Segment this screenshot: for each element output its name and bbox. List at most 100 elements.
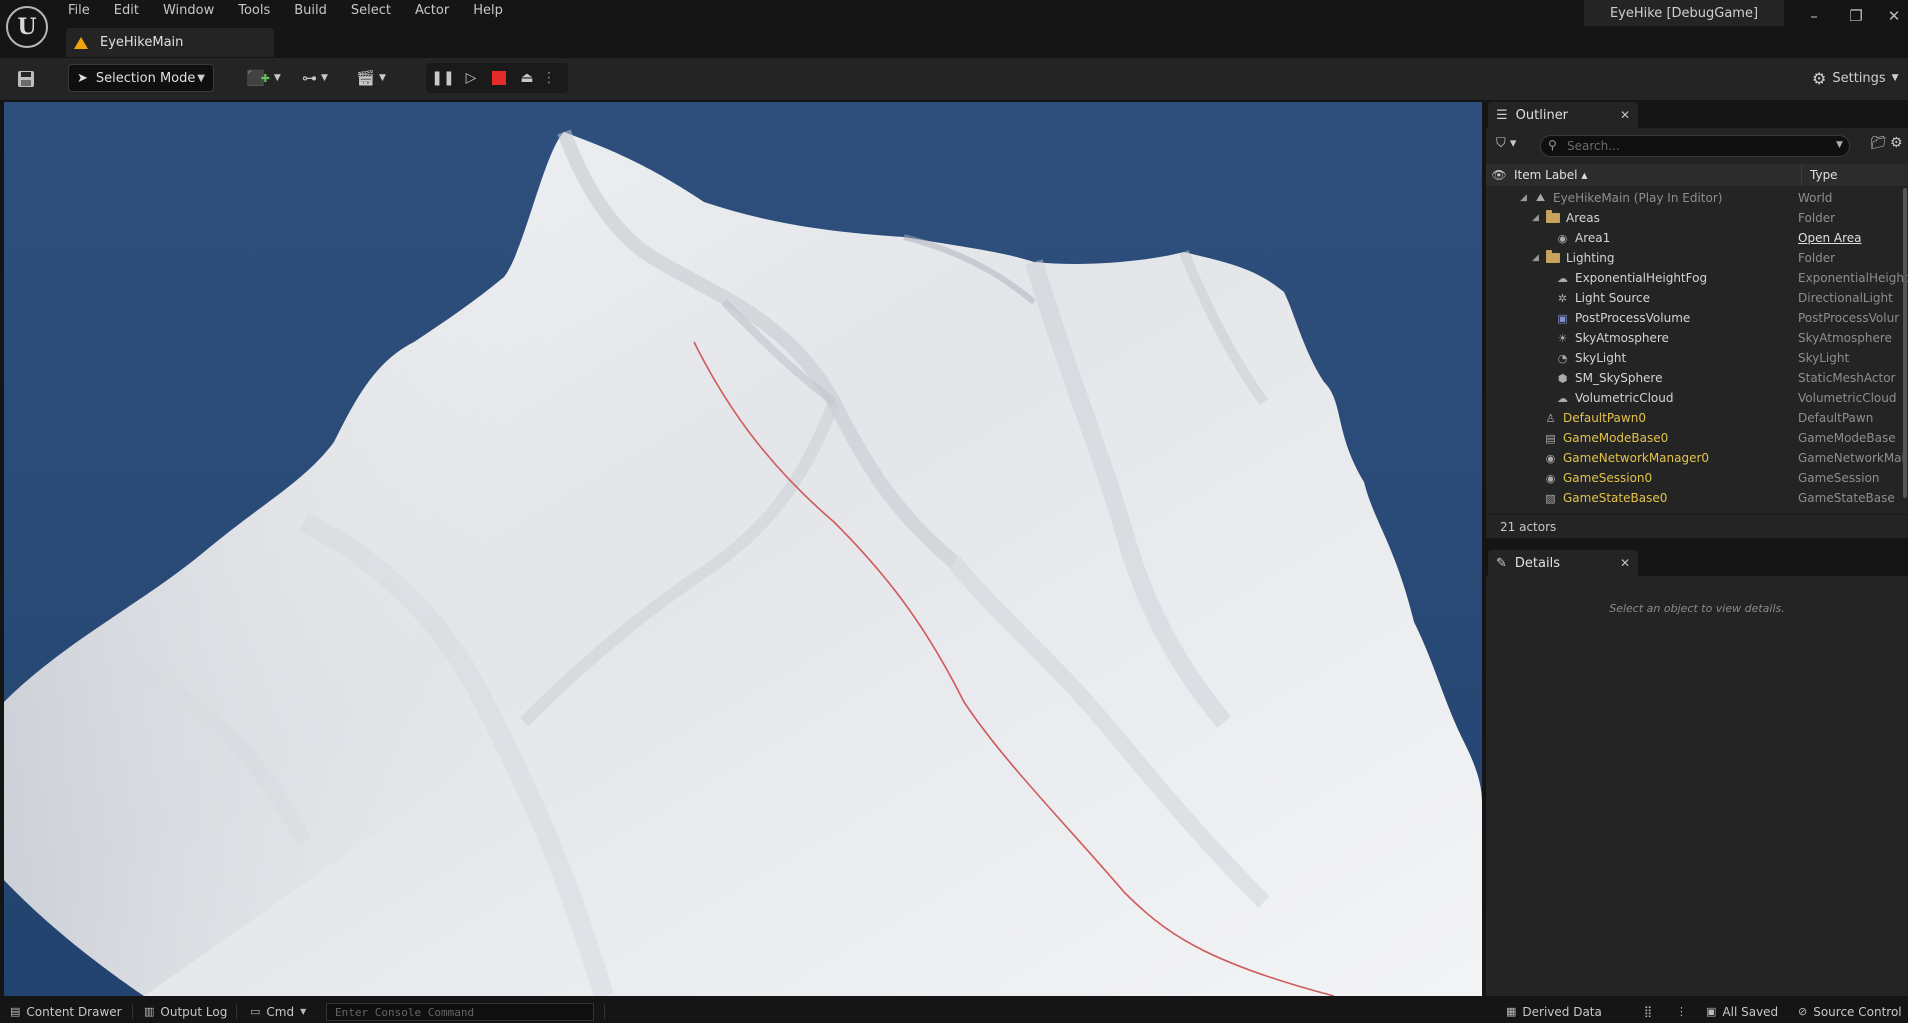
directional-light-icon: ✲ [1557,291,1568,305]
row-type: DefaultPawn [1798,411,1874,425]
folder-icon [1546,210,1560,223]
cinematics-dropdown[interactable]: 🎬︎ ▼ [356,64,386,92]
derived-data-button[interactable]: ▦ Derived Data [1506,1000,1602,1023]
row-label: Areas [1566,211,1600,225]
chevron-down-icon[interactable]: ▼ [1836,140,1843,150]
chevron-down-icon: ▼ [273,73,281,83]
menu-select[interactable]: Select [339,0,403,24]
restore-icon[interactable]: ❐ [1842,4,1870,28]
content-drawer-button[interactable]: ▤ Content Drawer [10,1000,122,1023]
cursor-arrow-icon: ➤ [77,70,88,86]
row-type: SkyAtmosphere [1798,331,1892,345]
derived-data-icon: ▦ [1506,1005,1517,1018]
row-label: EyeHikeMain (Play In Editor) [1553,191,1723,205]
level-tab[interactable]: EyeHikeMain [66,28,274,57]
world-icon: ⛰ [1535,191,1546,204]
tree-row[interactable]: ▧ GameStateBase0 GameStateBase [1486,488,1908,508]
pause-button[interactable]: ❚❚ [431,67,454,89]
level-viewport[interactable] [4,102,1482,996]
menu-file[interactable]: File [56,0,102,24]
expand-arrow-icon[interactable]: ◢ [1520,193,1528,203]
outliner-tree: ◢ ⛰ EyeHikeMain (Play In Editor) World ◢ Ar… [1486,188,1908,512]
expand-arrow-icon[interactable]: ◢ [1532,253,1540,263]
save-icon[interactable] [12,64,40,94]
settings-dropdown[interactable]: ⚙ Settings ▼ [1812,64,1899,92]
actor-count: 21 actors [1486,514,1908,538]
tree-row[interactable]: ☁ VolumetricCloud VolumetricCloud [1486,388,1908,408]
chevron-down-icon: ▼ [321,73,328,83]
row-label: GameStateBase0 [1563,491,1668,505]
save-icon: ▣ [1706,1005,1717,1018]
outliner-column-header: 👁︎ Item Label ▴ Type [1486,164,1908,186]
trace-icon[interactable]: ⣿ [1644,1000,1652,1023]
menu-actor[interactable]: Actor [403,0,461,24]
visibility-eye-icon[interactable]: 👁︎ [1486,164,1512,186]
row-label: GameSession0 [1563,471,1653,485]
minimize-icon[interactable]: – [1800,4,1828,28]
step-frame-button[interactable]: ▷ [460,67,482,89]
blueprints-dropdown[interactable]: ⊶ ▼ [302,64,328,92]
tree-row[interactable]: ◢ Areas Folder [1486,208,1908,228]
add-folder-icon[interactable]: 📁︎ [1870,136,1887,151]
row-label: DefaultPawn0 [1563,411,1646,425]
tree-row[interactable]: ◔ SkyLight SkyLight [1486,348,1908,368]
tab-details[interactable]: ✎ Details ✕ [1488,550,1638,576]
close-icon[interactable]: ✕ [1880,4,1908,28]
row-label: Lighting [1566,251,1615,265]
outliner-search-input[interactable] [1540,135,1850,157]
tree-row[interactable]: ◉ GameSession0 GameSession [1486,468,1908,488]
output-log-button[interactable]: ▥ Output Log [144,1000,227,1023]
tree-row[interactable]: ✲ Light Source DirectionalLight [1486,288,1908,308]
tree-row[interactable]: ◉ Area1 Open Area [1486,228,1908,248]
row-type: PostProcessVolur [1798,311,1900,325]
column-item-label[interactable]: Item Label ▴ [1512,164,1802,186]
gear-icon[interactable]: ⚙ [1890,135,1903,151]
console-command-input[interactable] [326,1003,594,1021]
menu-help[interactable]: Help [461,0,515,24]
details-empty-message: Select an object to view details. [1609,602,1785,615]
tab-outliner[interactable]: ☰ Outliner ✕ [1488,102,1638,128]
row-type: GameSession [1798,471,1880,485]
close-icon[interactable]: ✕ [1620,556,1630,570]
level-tab-label: EyeHikeMain [100,35,184,50]
tree-row[interactable]: ▤ GameModeBase0 GameModeBase [1486,428,1908,448]
pencil-icon: ✎ [1496,555,1507,571]
tree-row[interactable]: ▣ PostProcessVolume PostProcessVolur [1486,308,1908,328]
menu-window[interactable]: Window [151,0,226,24]
chevron-down-icon: ▼ [197,72,205,84]
more-options-icon[interactable]: ⋮ [1676,1000,1687,1023]
right-panel: ☰ Outliner ✕ ⛉ ▾ ⚲ ▼ 📁︎ ⚙ 👁︎ Item Label … [1486,100,1908,996]
close-icon[interactable]: ✕ [1620,108,1630,122]
outliner-toolbar: ⛉ ▾ ⚲ ▼ 📁︎ ⚙ [1486,132,1908,160]
tree-row[interactable]: ◉ GameNetworkManager0 GameNetworkMai [1486,448,1908,468]
menu-build[interactable]: Build [282,0,339,24]
tree-row[interactable]: ☁ ExponentialHeightFog ExponentialHeight [1486,268,1908,288]
add-actor-dropdown[interactable]: ⬛ ✚ ▼ [246,64,281,92]
tree-row[interactable]: ☀ SkyAtmosphere SkyAtmosphere [1486,328,1908,348]
tree-row[interactable]: ◢ ⛰ EyeHikeMain (Play In Editor) World [1486,188,1908,208]
gear-icon: ⚙ [1812,68,1827,88]
filter-icon[interactable]: ⛉ ▾ [1496,136,1516,151]
row-type: World [1798,191,1833,205]
chevron-down-icon: ▼ [300,1007,307,1016]
tree-row[interactable]: ⬢ SM_SkySphere StaticMeshActor [1486,368,1908,388]
eject-button[interactable]: ⏏ [516,67,538,89]
menu-edit[interactable]: Edit [102,0,151,24]
open-area-link[interactable]: Open Area [1798,231,1908,245]
expand-arrow-icon[interactable]: ◢ [1532,213,1540,223]
tree-row[interactable]: ♙ DefaultPawn0 DefaultPawn [1486,408,1908,428]
cmd-dropdown[interactable]: ▭ Cmd ▼ [250,1000,306,1023]
selection-mode-dropdown[interactable]: ➤ Selection Mode ▼ [68,64,214,92]
row-label: SkyLight [1575,351,1627,365]
stop-button[interactable] [488,67,510,89]
column-type[interactable]: Type [1802,164,1838,186]
unreal-logo-icon[interactable]: U [6,6,48,48]
outliner-scrollbar[interactable] [1903,188,1907,498]
menu-tools[interactable]: Tools [226,0,282,24]
more-options-icon[interactable]: ⋮ [542,67,556,89]
source-control-button[interactable]: ⊘ Source Control [1798,1000,1902,1023]
menu-bar: File Edit Window Tools Build Select Acto… [56,0,515,24]
settings-label: Settings [1832,70,1886,86]
tree-row[interactable]: ◢ Lighting Folder [1486,248,1908,268]
all-saved-button[interactable]: ▣ All Saved [1706,1000,1778,1023]
